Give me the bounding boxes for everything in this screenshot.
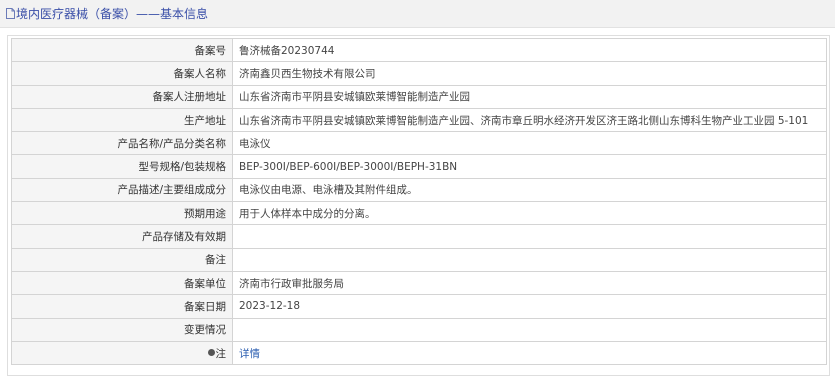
table-row: 备案日期 2023-12-18 — [11, 294, 827, 319]
table-row: 注 详情 — [11, 340, 827, 366]
table-row: 产品存储及有效期 — [11, 224, 827, 249]
row-label-record-number: 备案号 — [11, 37, 233, 63]
table-row: 产品描述/主要组成成分 电泳仪由电源、电泳槽及其附件组成。 — [11, 177, 827, 203]
table-row: 备案人名称 济南鑫贝西生物技术有限公司 — [11, 61, 827, 86]
row-value-product-name: 电泳仪 — [232, 131, 827, 156]
row-label-remarks: 备注 — [11, 247, 233, 272]
row-label-product-description: 产品描述/主要组成成分 — [11, 177, 233, 203]
row-label-note: 注 — [11, 340, 233, 366]
row-value-model-spec: BEP-300Ⅰ/BEP-600Ⅰ/BEP-3000Ⅰ/BEPH-31BN — [232, 154, 827, 179]
row-value-intended-use: 用于人体样本中成分的分离。 — [232, 201, 827, 226]
document-icon — [6, 8, 15, 19]
row-value-record-number: 鲁济械备20230744 — [232, 37, 827, 63]
table-row: 生产地址 山东省济南市平阴县安城镇欧莱博智能制造产业园、济南市章丘明水经济开发区… — [11, 107, 827, 133]
row-value-note: 详情 — [232, 340, 827, 366]
table-row: 型号规格/包装规格 BEP-300Ⅰ/BEP-600Ⅰ/BEP-3000Ⅰ/BE… — [11, 154, 827, 179]
note-label-text: 注 — [215, 347, 227, 360]
row-label-product-name: 产品名称/产品分类名称 — [11, 131, 233, 156]
row-value-storage-validity — [232, 224, 827, 249]
row-label-model-spec: 型号规格/包装规格 — [11, 154, 233, 179]
info-card: 备案号 鲁济械备20230744 备案人名称 济南鑫贝西生物技术有限公司 备案人… — [7, 35, 830, 376]
table-row: 备案单位 济南市行政审批服务局 — [11, 270, 827, 296]
row-label-intended-use: 预期用途 — [11, 201, 233, 226]
info-table: 备案号 鲁济械备20230744 备案人名称 济南鑫贝西生物技术有限公司 备案人… — [11, 37, 827, 366]
row-label-record-authority: 备案单位 — [11, 270, 233, 296]
row-label-production-address: 生产地址 — [11, 107, 233, 133]
row-value-production-address: 山东省济南市平阴县安城镇欧莱博智能制造产业园、济南市章丘明水经济开发区济王路北侧… — [232, 107, 827, 133]
row-value-change-status — [232, 317, 827, 342]
details-link[interactable]: 详情 — [239, 348, 260, 360]
header-title: 境内医疗器械（备案） — [16, 6, 137, 21]
row-value-record-date: 2023-12-18 — [232, 294, 827, 319]
row-value-record-authority: 济南市行政审批服务局 — [232, 270, 827, 296]
table-row: 备案人注册地址 山东省济南市平阴县安城镇欧莱博智能制造产业园 — [11, 84, 827, 109]
page: 境内医疗器械（备案） —— 基本信息 备案号 鲁济械备20230744 备案人名… — [0, 0, 835, 386]
bullet-icon — [207, 349, 215, 356]
row-value-product-description: 电泳仪由电源、电泳槽及其附件组成。 — [232, 177, 827, 203]
row-label-storage-validity: 产品存储及有效期 — [11, 224, 233, 249]
header-subtitle: 基本信息 — [160, 6, 209, 21]
table-row: 产品名称/产品分类名称 电泳仪 — [11, 131, 827, 156]
table-row: 备案号 鲁济械备20230744 — [11, 37, 827, 63]
table-row: 预期用途 用于人体样本中成分的分离。 — [11, 201, 827, 226]
header-dash: —— — [136, 6, 161, 21]
row-label-registrant-address: 备案人注册地址 — [11, 84, 233, 109]
table-row: 备注 — [11, 247, 827, 272]
row-value-remarks — [232, 247, 827, 272]
table-row: 变更情况 — [11, 317, 827, 342]
row-label-change-status: 变更情况 — [11, 317, 233, 342]
page-header: 境内医疗器械（备案） —— 基本信息 — [0, 0, 835, 28]
row-label-registrant-name: 备案人名称 — [11, 61, 233, 86]
row-value-registrant-address: 山东省济南市平阴县安城镇欧莱博智能制造产业园 — [232, 84, 827, 109]
row-label-record-date: 备案日期 — [11, 294, 233, 319]
row-value-registrant-name: 济南鑫贝西生物技术有限公司 — [232, 61, 827, 86]
